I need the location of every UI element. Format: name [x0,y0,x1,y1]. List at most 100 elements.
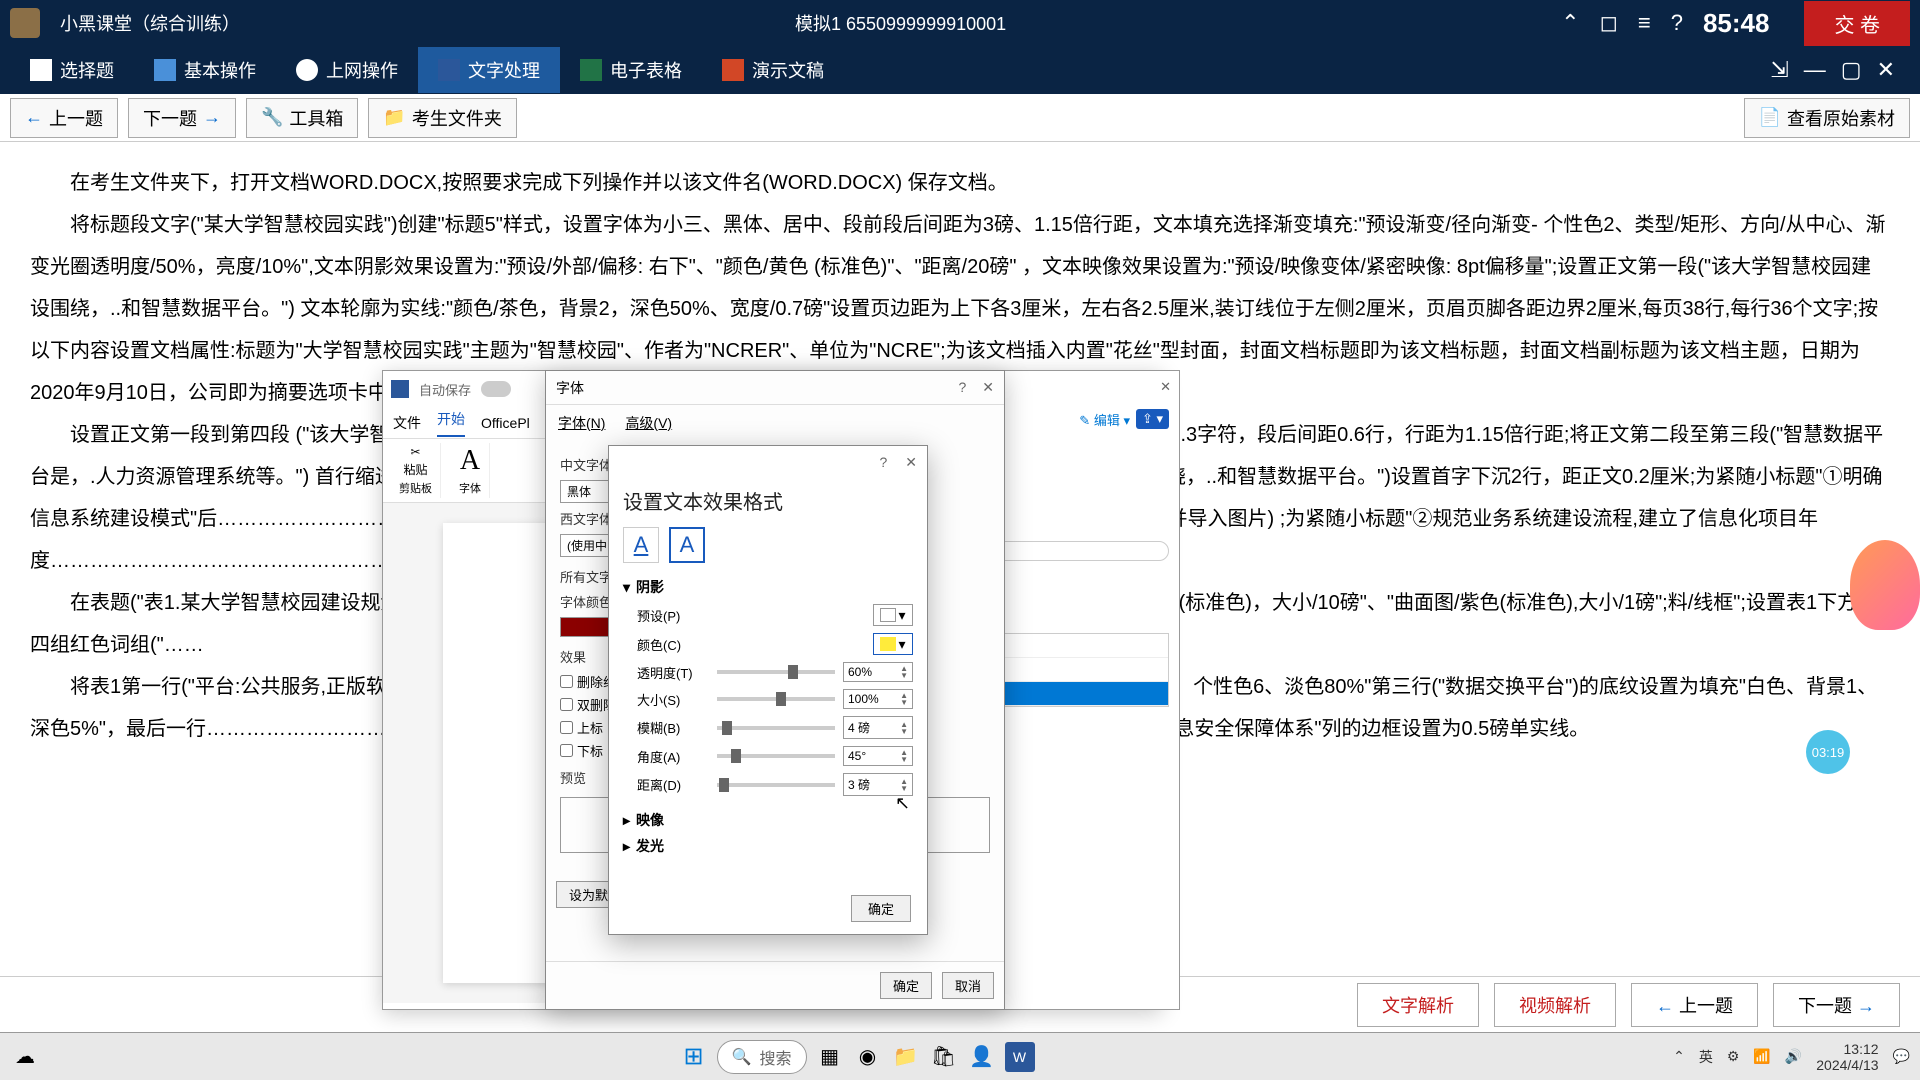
pin-icon[interactable]: ⇲ [1770,57,1788,83]
font-dialog-close-icon[interactable]: ✕ [982,379,994,396]
chevron-right-icon: ▸ [623,812,630,829]
taskbar-search[interactable]: 🔍搜索 [717,1040,807,1074]
blur-slider[interactable] [717,726,835,730]
windows-taskbar: ☁ ⊞ 🔍搜索 ▦ ◉ 📁 🛍 👤 W ⌃ 英 ⚙ 📶 🔊 13:12 2024… [0,1032,1920,1080]
help-icon[interactable]: ? [1671,10,1683,36]
avatar [10,8,40,38]
share-button[interactable]: ⇪ ▾ [1136,409,1169,429]
font-tab-advanced[interactable]: 高级(V) [625,413,672,433]
exam-info: 模拟1 6550999999910001 [240,10,1561,36]
maximize-icon[interactable]: ▢ [1841,57,1862,83]
font-dialog-title: 字体 [556,378,584,398]
video-analysis-button[interactable]: 视频解析 [1494,983,1616,1027]
notification-icon[interactable]: 💬 [1893,1048,1910,1065]
search-icon: 🔍 [732,1047,752,1067]
glow-section-toggle[interactable]: ▸发光 [623,836,913,856]
fill-outline-tab[interactable]: A [623,527,659,563]
panel-close-icon[interactable]: ✕ [1160,379,1171,395]
shadow-section-toggle[interactable]: ▾阴影 [623,577,913,597]
start-button[interactable]: ⊞ [679,1042,709,1072]
font-tab-font[interactable]: 字体(N) [558,413,605,433]
wrench-icon: 🔧 [261,107,283,128]
word-tab-home[interactable]: 开始 [437,409,465,437]
recording-time-pill: 03:19 [1806,730,1850,774]
chevron-down-icon: ▾ [623,579,630,596]
shadow-color-dropdown[interactable]: ▾ [873,633,913,655]
reflect-section-toggle[interactable]: ▸映像 [623,810,913,830]
close-icon[interactable]: ✕ [1877,57,1895,83]
copilot-icon[interactable]: ◉ [853,1042,883,1072]
font-ok-button[interactable]: 确定 [880,972,932,999]
tab-word[interactable]: 文字处理 [418,47,560,93]
tray-chevron-icon[interactable]: ⌃ [1673,1048,1685,1065]
bottom-prev-button[interactable]: ← 上一题 [1631,983,1758,1027]
arrow-right-icon: → [203,107,221,128]
tray-icon-1[interactable]: ⚙ [1727,1048,1740,1065]
wifi-icon[interactable]: 📶 [1753,1048,1770,1065]
prev-question-button[interactable]: ←上一题 [10,98,118,138]
arrow-left-icon: ← [25,107,43,128]
view-source-button[interactable]: 📄查看原始素材 [1744,98,1910,138]
toolbox-button[interactable]: 🔧工具箱 [246,98,358,138]
list-icon[interactable]: ≡ [1638,10,1651,36]
edit-dropdown[interactable]: ✎ 编辑 ▾ [1079,410,1130,429]
title-bar: 小黑课堂（综合训练） 模拟1 6550999999910001 ⌃ ◻ ≡ ? … [0,0,1920,46]
weather-icon[interactable]: ☁ [10,1042,40,1072]
word-taskbar-icon[interactable]: W [1005,1042,1035,1072]
transparency-slider[interactable] [717,670,835,674]
word-tab-office[interactable]: OfficePl [481,415,530,431]
size-input[interactable]: 100%▲▼ [843,689,913,709]
distance-slider[interactable] [717,783,835,787]
distance-input[interactable]: 3 磅▲▼ [843,773,913,796]
taskview-icon[interactable]: ▦ [815,1042,845,1072]
window-icon[interactable]: ◻ [1600,10,1618,36]
question-toolbar: ←上一题 下一题→ 🔧工具箱 📁考生文件夹 📄查看原始素材 [0,94,1920,142]
tab-ppt[interactable]: 演示文稿 [702,47,844,93]
preset-dropdown[interactable]: ▾ [873,604,913,626]
tab-excel[interactable]: 电子表格 [560,47,702,93]
font-group-label: 字体 [459,480,481,496]
submit-button[interactable]: 交 卷 [1804,1,1910,46]
bottom-next-button[interactable]: 下一题 → [1773,983,1900,1027]
effect-ok-button[interactable]: 确定 [851,895,911,922]
minimize-icon[interactable]: — [1804,57,1826,83]
size-slider[interactable] [717,697,835,701]
explorer-icon[interactable]: 📁 [891,1042,921,1072]
clipboard-label: 剪贴板 [399,480,432,496]
mascot-icon[interactable] [1850,540,1920,630]
angle-input[interactable]: 45°▲▼ [843,746,913,766]
next-question-button[interactable]: 下一题→ [128,98,236,138]
font-a-icon[interactable]: A [460,445,480,477]
category-tabs: 选择题 基本操作 上网操作 文字处理 电子表格 演示文稿 ⇲ — ▢ ✕ [0,46,1920,94]
store-icon[interactable]: 🛍 [929,1042,959,1072]
font-cancel-button[interactable]: 取消 [942,972,994,999]
transparency-input[interactable]: 60%▲▼ [843,662,913,682]
timer: 85:48 [1703,8,1770,39]
collapse-icon[interactable]: ⌃ [1561,10,1579,36]
blur-input[interactable]: 4 磅▲▼ [843,716,913,739]
exam-folder-button[interactable]: 📁考生文件夹 [368,98,516,138]
volume-icon[interactable]: 🔊 [1785,1048,1802,1065]
arrow-right-icon: → [1852,996,1875,1016]
effect-dialog-title: 设置文本效果格式 [609,478,927,523]
taskbar-clock[interactable]: 13:12 2024/4/13 [1816,1041,1878,1073]
tab-select[interactable]: 选择题 [10,47,134,93]
arrow-left-icon: ← [1656,996,1679,1016]
autosave-toggle[interactable] [481,381,511,397]
font-dialog-help-icon[interactable]: ? [958,379,966,396]
angle-slider[interactable] [717,754,835,758]
cut-icon[interactable]: ✂ [410,445,420,459]
paste-button[interactable]: 粘贴 [403,461,427,478]
chevron-right-icon: ▸ [623,838,630,855]
ime-indicator[interactable]: 英 [1699,1047,1713,1067]
word-icon [391,380,409,398]
app-icon[interactable]: 👤 [967,1042,997,1072]
text-analysis-button[interactable]: 文字解析 [1357,983,1479,1027]
effect-help-icon[interactable]: ? [879,454,887,470]
tab-basic[interactable]: 基本操作 [134,47,276,93]
word-tab-file[interactable]: 文件 [393,413,421,433]
effect-close-icon[interactable]: ✕ [905,454,917,471]
effects-tab[interactable]: A [669,527,705,563]
tab-network[interactable]: 上网操作 [276,47,418,93]
document-icon: 📄 [1759,107,1781,128]
